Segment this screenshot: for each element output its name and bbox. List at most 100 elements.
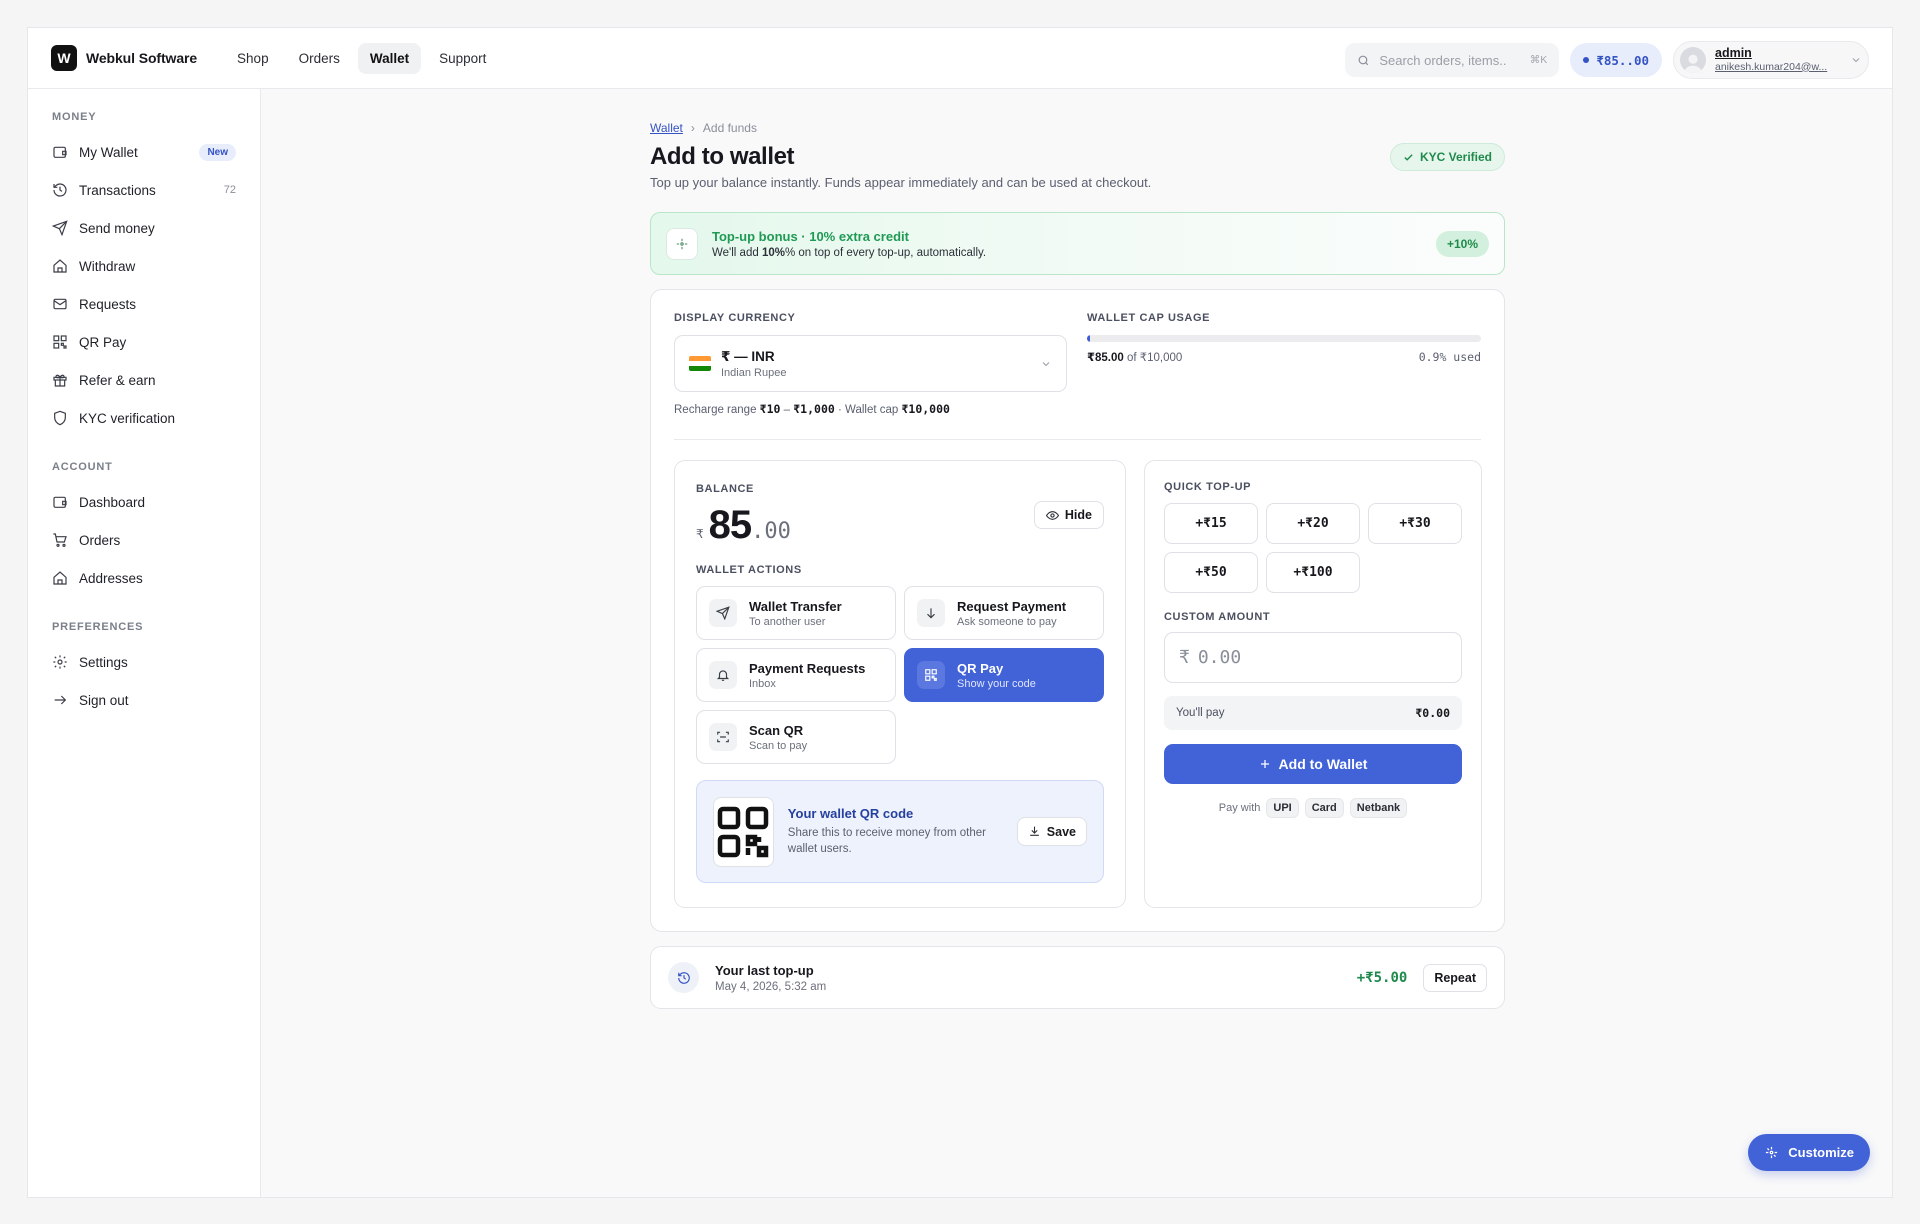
cart-icon <box>52 532 68 548</box>
wallet-cap-label: WALLET CAP USAGE <box>1087 312 1211 324</box>
sidebar-item-kyc[interactable]: KYC verification <box>46 399 242 437</box>
sidebar-item-dashboard[interactable]: Dashboard <box>46 483 242 521</box>
eye-icon <box>1045 509 1059 522</box>
search-icon <box>1357 54 1370 67</box>
last-topup-title: Your last top-up <box>715 962 814 978</box>
last-topup-row: Your last top-up May 4, 2026, 5:32 am +₹… <box>650 946 1505 1009</box>
quick-topup-30[interactable]: +₹30 <box>1368 503 1462 544</box>
save-qr-button[interactable]: Save <box>1016 817 1087 846</box>
chevron-down-icon <box>1850 54 1862 66</box>
add-to-wallet-button[interactable]: Add to Wallet <box>1164 744 1462 784</box>
quick-topup-label: QUICK TOP-UP <box>1164 481 1252 493</box>
brand-name: Webkul Software <box>86 50 198 66</box>
last-topup-date: May 4, 2026, 5:32 am <box>715 980 827 993</box>
quick-topup-15[interactable]: +₹15 <box>1164 503 1258 544</box>
search-input[interactable]: Search orders, items.. ⌘K <box>1345 43 1560 77</box>
display-currency-label: DISPLAY CURRENCY <box>674 312 796 324</box>
you-pay-label: You'll pay <box>1176 707 1225 719</box>
sidebar-item-sign-out[interactable]: Sign out <box>46 681 242 719</box>
display-currency-section: DISPLAY CURRENCY ₹ — INR Indian Rupee Re… <box>674 312 1067 416</box>
repeat-topup-button[interactable]: Repeat <box>1423 963 1487 992</box>
amount-placeholder: 0.00 <box>1197 647 1242 668</box>
last-topup-amount: +₹5.00 <box>1356 969 1408 986</box>
header-balance-pill[interactable]: ₹85..00 <box>1570 43 1662 77</box>
sidebar-item-label: My Wallet <box>79 144 138 160</box>
sidebar-item-settings[interactable]: Settings <box>46 643 242 681</box>
user-menu[interactable]: admin anikesh.kumar204@w... <box>1673 41 1869 79</box>
nav-support[interactable]: Support <box>427 43 498 74</box>
sidebar-item-orders[interactable]: Orders <box>46 521 242 559</box>
method-netbank: Netbank <box>1349 798 1408 818</box>
quick-topup-50[interactable]: +₹50 <box>1164 552 1258 593</box>
quick-topup-20[interactable]: +₹20 <box>1266 503 1360 544</box>
sidebar-item-requests[interactable]: Requests <box>46 285 242 323</box>
kyc-verified-badge: KYC Verified <box>1389 143 1505 171</box>
sidebar-item-send-money[interactable]: Send money <box>46 209 242 247</box>
new-badge: New <box>199 143 236 161</box>
brand[interactable]: W Webkul Software <box>51 45 197 71</box>
scan-qr-button[interactable]: Scan QR Scan to pay <box>696 710 896 764</box>
user-email: anikesh.kumar204@w... <box>1715 60 1828 73</box>
sidebar-item-label: Withdraw <box>79 258 136 274</box>
cap-usage-bar <box>1087 335 1481 342</box>
wallet-topup-card: DISPLAY CURRENCY ₹ — INR Indian Rupee Re… <box>650 289 1505 932</box>
sidebar-section-account: ACCOUNT <box>52 461 113 473</box>
nav-shop[interactable]: Shop <box>225 43 281 74</box>
sidebar-item-withdraw[interactable]: Withdraw <box>46 247 242 285</box>
bonus-percent-chip: +10% <box>1435 230 1489 257</box>
arrow-down-icon <box>917 599 945 627</box>
nav-wallet[interactable]: Wallet <box>357 42 422 74</box>
qr-pay-button[interactable]: QR Pay Show your code <box>904 648 1104 702</box>
hide-balance-button[interactable]: Hide <box>1033 501 1104 529</box>
you-pay-value: ₹0.00 <box>1415 706 1450 720</box>
wallet-transfer-button[interactable]: Wallet Transfer To another user <box>696 586 896 640</box>
breadcrumb-wallet-link[interactable]: Wallet <box>650 121 683 135</box>
chevron-down-icon <box>1040 358 1052 370</box>
nav-orders[interactable]: Orders <box>287 43 352 74</box>
topup-bonus-banner: Top-up bonus · 10% extra credit We'll ad… <box>650 212 1505 275</box>
quick-topup-100[interactable]: +₹100 <box>1266 552 1360 593</box>
avatar <box>1680 47 1706 73</box>
payment-requests-button[interactable]: Payment Requests Inbox <box>696 648 896 702</box>
request-payment-button[interactable]: Request Payment Ask someone to pay <box>904 586 1104 640</box>
sidebar-item-my-wallet[interactable]: My Wallet New <box>46 133 242 171</box>
top-navbar: W Webkul Software Shop Orders Wallet Sup… <box>28 28 1892 89</box>
quick-topup-grid: +₹15 +₹20 +₹30 +₹50 +₹100 <box>1164 503 1462 593</box>
method-card: Card <box>1304 798 1344 818</box>
sidebar-item-label: Refer & earn <box>79 372 156 388</box>
home-icon <box>52 258 68 274</box>
search-placeholder: Search orders, items.. <box>1379 52 1507 68</box>
wallet-actions-label: WALLET ACTIONS <box>696 564 802 576</box>
sidebar-item-label: KYC verification <box>79 410 176 426</box>
sidebar-item-label: Addresses <box>79 570 143 586</box>
payment-methods: Pay with UPI Card Netbank <box>1164 798 1462 818</box>
recharge-range-text: Recharge range ₹10 – ₹1,000 · Wallet cap… <box>674 402 950 416</box>
currency-select[interactable]: ₹ — INR Indian Rupee <box>674 335 1067 392</box>
app-window: W Webkul Software Shop Orders Wallet Sup… <box>27 27 1893 1198</box>
balance-label: BALANCE <box>696 483 754 495</box>
custom-amount-label: CUSTOM AMOUNT <box>1164 611 1271 623</box>
shield-icon <box>52 410 68 426</box>
sidebar-item-refer-earn[interactable]: Refer & earn <box>46 361 242 399</box>
qr-icon <box>52 334 68 350</box>
sidebar-item-addresses[interactable]: Addresses <box>46 559 242 597</box>
custom-amount-input[interactable]: ₹ 0.00 <box>1164 632 1462 683</box>
sidebar-section-preferences: PREFERENCES <box>52 621 144 633</box>
wallet-cap-usage: WALLET CAP USAGE ₹85.00 of ₹10,000 0.9% … <box>1087 312 1481 416</box>
customize-button[interactable]: Customize <box>1748 1134 1870 1171</box>
wallet-actions-grid: Wallet Transfer To another user Request P… <box>696 586 1104 764</box>
qr-card-text: Share this to receive money from other w… <box>787 826 986 855</box>
check-icon <box>1403 152 1414 163</box>
sidebar-item-label: Transactions <box>79 182 156 198</box>
history-icon <box>52 182 68 198</box>
history-icon <box>668 962 699 993</box>
plus-icon <box>1259 758 1271 770</box>
sidebar-item-qr-pay[interactable]: QR Pay <box>46 323 242 361</box>
search-shortcut: ⌘K <box>1529 54 1548 66</box>
you-pay-row: You'll pay ₹0.00 <box>1164 696 1462 730</box>
qr-code-icon <box>713 796 774 867</box>
amount-currency: ₹ <box>1179 647 1190 668</box>
breadcrumb-current: Add funds <box>702 121 757 135</box>
sidebar-item-transactions[interactable]: Transactions 72 <box>46 171 242 209</box>
sidebar-item-label: QR Pay <box>79 334 127 350</box>
